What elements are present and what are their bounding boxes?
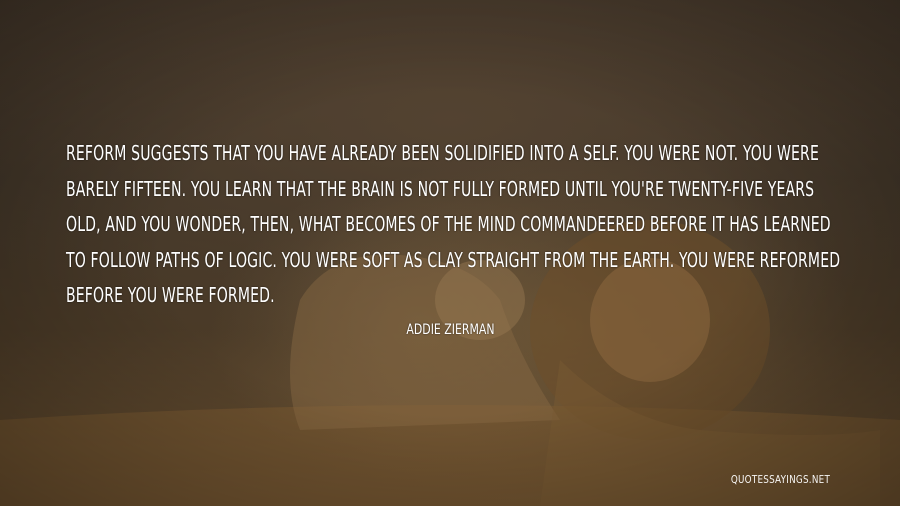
author-name: Addie Zierman <box>405 322 495 338</box>
site-watermark: QUOTESSAYINGS.NET <box>730 473 830 486</box>
quote-card: Reform suggests that you have already be… <box>0 0 900 506</box>
quote-text: Reform suggests that you have already be… <box>66 141 841 307</box>
author-line: Addie Zierman <box>0 321 900 339</box>
